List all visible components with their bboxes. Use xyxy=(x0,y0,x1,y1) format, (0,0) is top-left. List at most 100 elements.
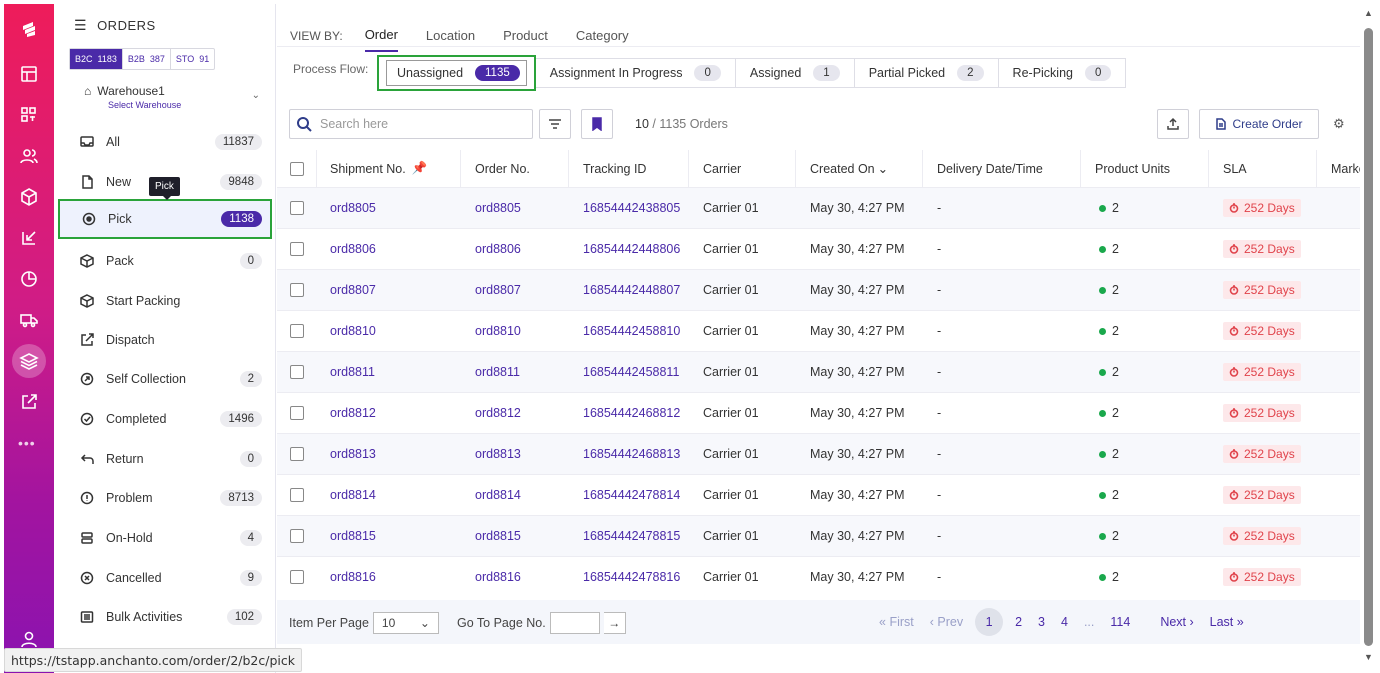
next-page-button[interactable]: Next › xyxy=(1152,615,1201,629)
table-row[interactable]: ord8807 ord8807 16854442448807 Carrier 01 Ma… xyxy=(277,270,1360,311)
col-product-units[interactable]: Product Units xyxy=(1081,150,1209,187)
col-tracking[interactable]: Tracking ID xyxy=(569,150,689,187)
page-3[interactable]: 3 xyxy=(1030,615,1053,629)
col-delivery[interactable]: Delivery Date/Time xyxy=(923,150,1081,187)
row-checkbox[interactable] xyxy=(290,242,304,256)
last-page-button[interactable]: Last » xyxy=(1202,615,1252,629)
shipment-no-link[interactable]: ord8813 xyxy=(317,434,461,474)
table-row[interactable]: ord8810 ord8810 16854442458810 Carrier 01 Ma… xyxy=(277,311,1360,352)
import-icon[interactable] xyxy=(14,223,44,253)
flow-assignment-in-progress[interactable]: Assignment In Progress 0 xyxy=(535,58,736,88)
layers-icon[interactable] xyxy=(12,344,46,378)
users-icon[interactable] xyxy=(14,141,44,171)
shipment-no-link[interactable]: ord8807 xyxy=(317,270,461,310)
tab-order[interactable]: Order xyxy=(364,27,398,52)
share-icon[interactable] xyxy=(14,387,44,417)
table-row[interactable]: ord8805 ord8805 16854442438805 Carrier 01 Ma… xyxy=(277,188,1360,229)
shipment-no-link[interactable]: ord8805 xyxy=(317,188,461,228)
shipment-no-link[interactable]: ord8810 xyxy=(317,311,461,351)
row-checkbox[interactable] xyxy=(290,283,304,297)
order-no-link[interactable]: ord8815 xyxy=(461,516,569,556)
row-checkbox[interactable] xyxy=(290,488,304,502)
table-row[interactable]: ord8816 ord8816 16854442478816 Carrier 01 Ma… xyxy=(277,557,1360,596)
segment-sto[interactable]: STO 91 xyxy=(171,49,214,69)
order-no-link[interactable]: ord8807 xyxy=(461,270,569,310)
gear-icon[interactable]: ⚙ xyxy=(1333,116,1345,132)
order-no-link[interactable]: ord8811 xyxy=(461,352,569,392)
flow-unassigned[interactable]: Unassigned 1135 xyxy=(377,55,536,91)
shipment-no-link[interactable]: ord8812 xyxy=(317,393,461,433)
sidebar-item-self-collection[interactable]: Self Collection 2 xyxy=(54,359,276,399)
brand-logo-icon[interactable] xyxy=(14,14,44,44)
col-sla[interactable]: SLA xyxy=(1209,150,1317,187)
tracking-id-link[interactable]: 16854442468813 xyxy=(569,434,689,474)
cube-icon[interactable] xyxy=(14,182,44,212)
tab-location[interactable]: Location xyxy=(426,28,475,51)
sidebar-item-pick[interactable]: Pick 1138 xyxy=(58,199,272,239)
sidebar-item-start-packing[interactable]: Start Packing xyxy=(54,281,276,321)
order-no-link[interactable]: ord8813 xyxy=(461,434,569,474)
shipment-no-link[interactable]: ord8814 xyxy=(317,475,461,515)
table-row[interactable]: ord8814 ord8814 16854442478814 Carrier 01 Ma… xyxy=(277,475,1360,516)
bookmark-button[interactable] xyxy=(581,109,613,139)
pie-chart-icon[interactable] xyxy=(14,264,44,294)
shipment-no-link[interactable]: ord8806 xyxy=(317,229,461,269)
col-order[interactable]: Order No. xyxy=(461,150,569,187)
scroll-up-icon[interactable]: ▲ xyxy=(1364,8,1373,18)
first-page-button[interactable]: « First xyxy=(871,615,922,629)
sidebar-item-problem[interactable]: Problem 8713 xyxy=(54,478,276,518)
table-row[interactable]: ord8815 ord8815 16854442478815 Carrier 01 Ma… xyxy=(277,516,1360,557)
sidebar-item-return[interactable]: Return 0 xyxy=(54,439,276,479)
col-shipment[interactable]: Shipment No. 📌 xyxy=(317,150,461,187)
sidebar-item-all[interactable]: All 11837 xyxy=(54,122,276,162)
sidebar-item-dispatch[interactable]: Dispatch xyxy=(54,320,276,360)
segment-b2b[interactable]: B2B 387 xyxy=(123,49,171,69)
warehouse-selector[interactable]: ⌂ Warehouse1 Select Warehouse ⌄ xyxy=(84,84,264,110)
sidebar-item-cancelled[interactable]: Cancelled 9 xyxy=(54,558,276,598)
select-all-checkbox[interactable] xyxy=(289,161,304,176)
dashboard-icon[interactable] xyxy=(14,100,44,130)
create-order-button[interactable]: Create Order xyxy=(1199,109,1319,139)
shipment-no-link[interactable]: ord8811 xyxy=(317,352,461,392)
order-no-link[interactable]: ord8812 xyxy=(461,393,569,433)
flow-re-picking[interactable]: Re-Picking 0 xyxy=(998,58,1127,88)
prev-page-button[interactable]: ‹ Prev xyxy=(922,615,971,629)
table-row[interactable]: ord8811 ord8811 16854442458811 Carrier 01 Ma… xyxy=(277,352,1360,393)
export-button[interactable] xyxy=(1157,109,1189,139)
sidebar-item-completed[interactable]: Completed 1496 xyxy=(54,399,276,439)
order-no-link[interactable]: ord8814 xyxy=(461,475,569,515)
scroll-down-icon[interactable]: ▼ xyxy=(1364,652,1373,662)
row-checkbox[interactable] xyxy=(290,365,304,379)
row-checkbox[interactable] xyxy=(290,406,304,420)
tracking-id-link[interactable]: 16854442448806 xyxy=(569,229,689,269)
row-checkbox[interactable] xyxy=(290,570,304,584)
table-row[interactable]: ord8812 ord8812 16854442468812 Carrier 01 Ma… xyxy=(277,393,1360,434)
col-marketplace[interactable]: Marke xyxy=(1317,150,1360,187)
menu-icon[interactable]: ☰ xyxy=(74,17,87,34)
col-created-on[interactable]: Created On ⌄ xyxy=(796,150,923,187)
page-1[interactable]: 1 xyxy=(975,608,1004,636)
flow-assigned[interactable]: Assigned 1 xyxy=(735,58,855,88)
go-arrow-button[interactable]: → xyxy=(603,612,626,634)
tracking-id-link[interactable]: 16854442468812 xyxy=(569,393,689,433)
tracking-id-link[interactable]: 16854442458811 xyxy=(569,352,689,392)
row-checkbox[interactable] xyxy=(290,201,304,215)
shipment-no-link[interactable]: ord8816 xyxy=(317,557,461,596)
segment-b2c[interactable]: B2C 1183 xyxy=(70,49,123,69)
table-row[interactable]: ord8813 ord8813 16854442468813 Carrier 01 Ma… xyxy=(277,434,1360,475)
page-4[interactable]: 4 xyxy=(1053,615,1076,629)
go-to-page-input[interactable] xyxy=(549,612,600,634)
table-row[interactable]: ord8806 ord8806 16854442448806 Carrier 01 Ma… xyxy=(277,229,1360,270)
more-icon[interactable]: ••• xyxy=(18,435,36,451)
filter-button[interactable] xyxy=(539,109,571,139)
layout-icon[interactable] xyxy=(14,59,44,89)
sidebar-item-pack[interactable]: Pack 0 xyxy=(54,241,276,281)
row-checkbox[interactable] xyxy=(290,447,304,461)
order-no-link[interactable]: ord8806 xyxy=(461,229,569,269)
tab-product[interactable]: Product xyxy=(503,28,548,51)
sidebar-item-bulk-activities[interactable]: Bulk Activities 102 xyxy=(54,597,276,637)
page-2[interactable]: 2 xyxy=(1007,615,1030,629)
items-per-page-select[interactable]: 10 ⌄ xyxy=(372,612,439,634)
tracking-id-link[interactable]: 16854442478815 xyxy=(569,516,689,556)
tracking-id-link[interactable]: 16854442458810 xyxy=(569,311,689,351)
